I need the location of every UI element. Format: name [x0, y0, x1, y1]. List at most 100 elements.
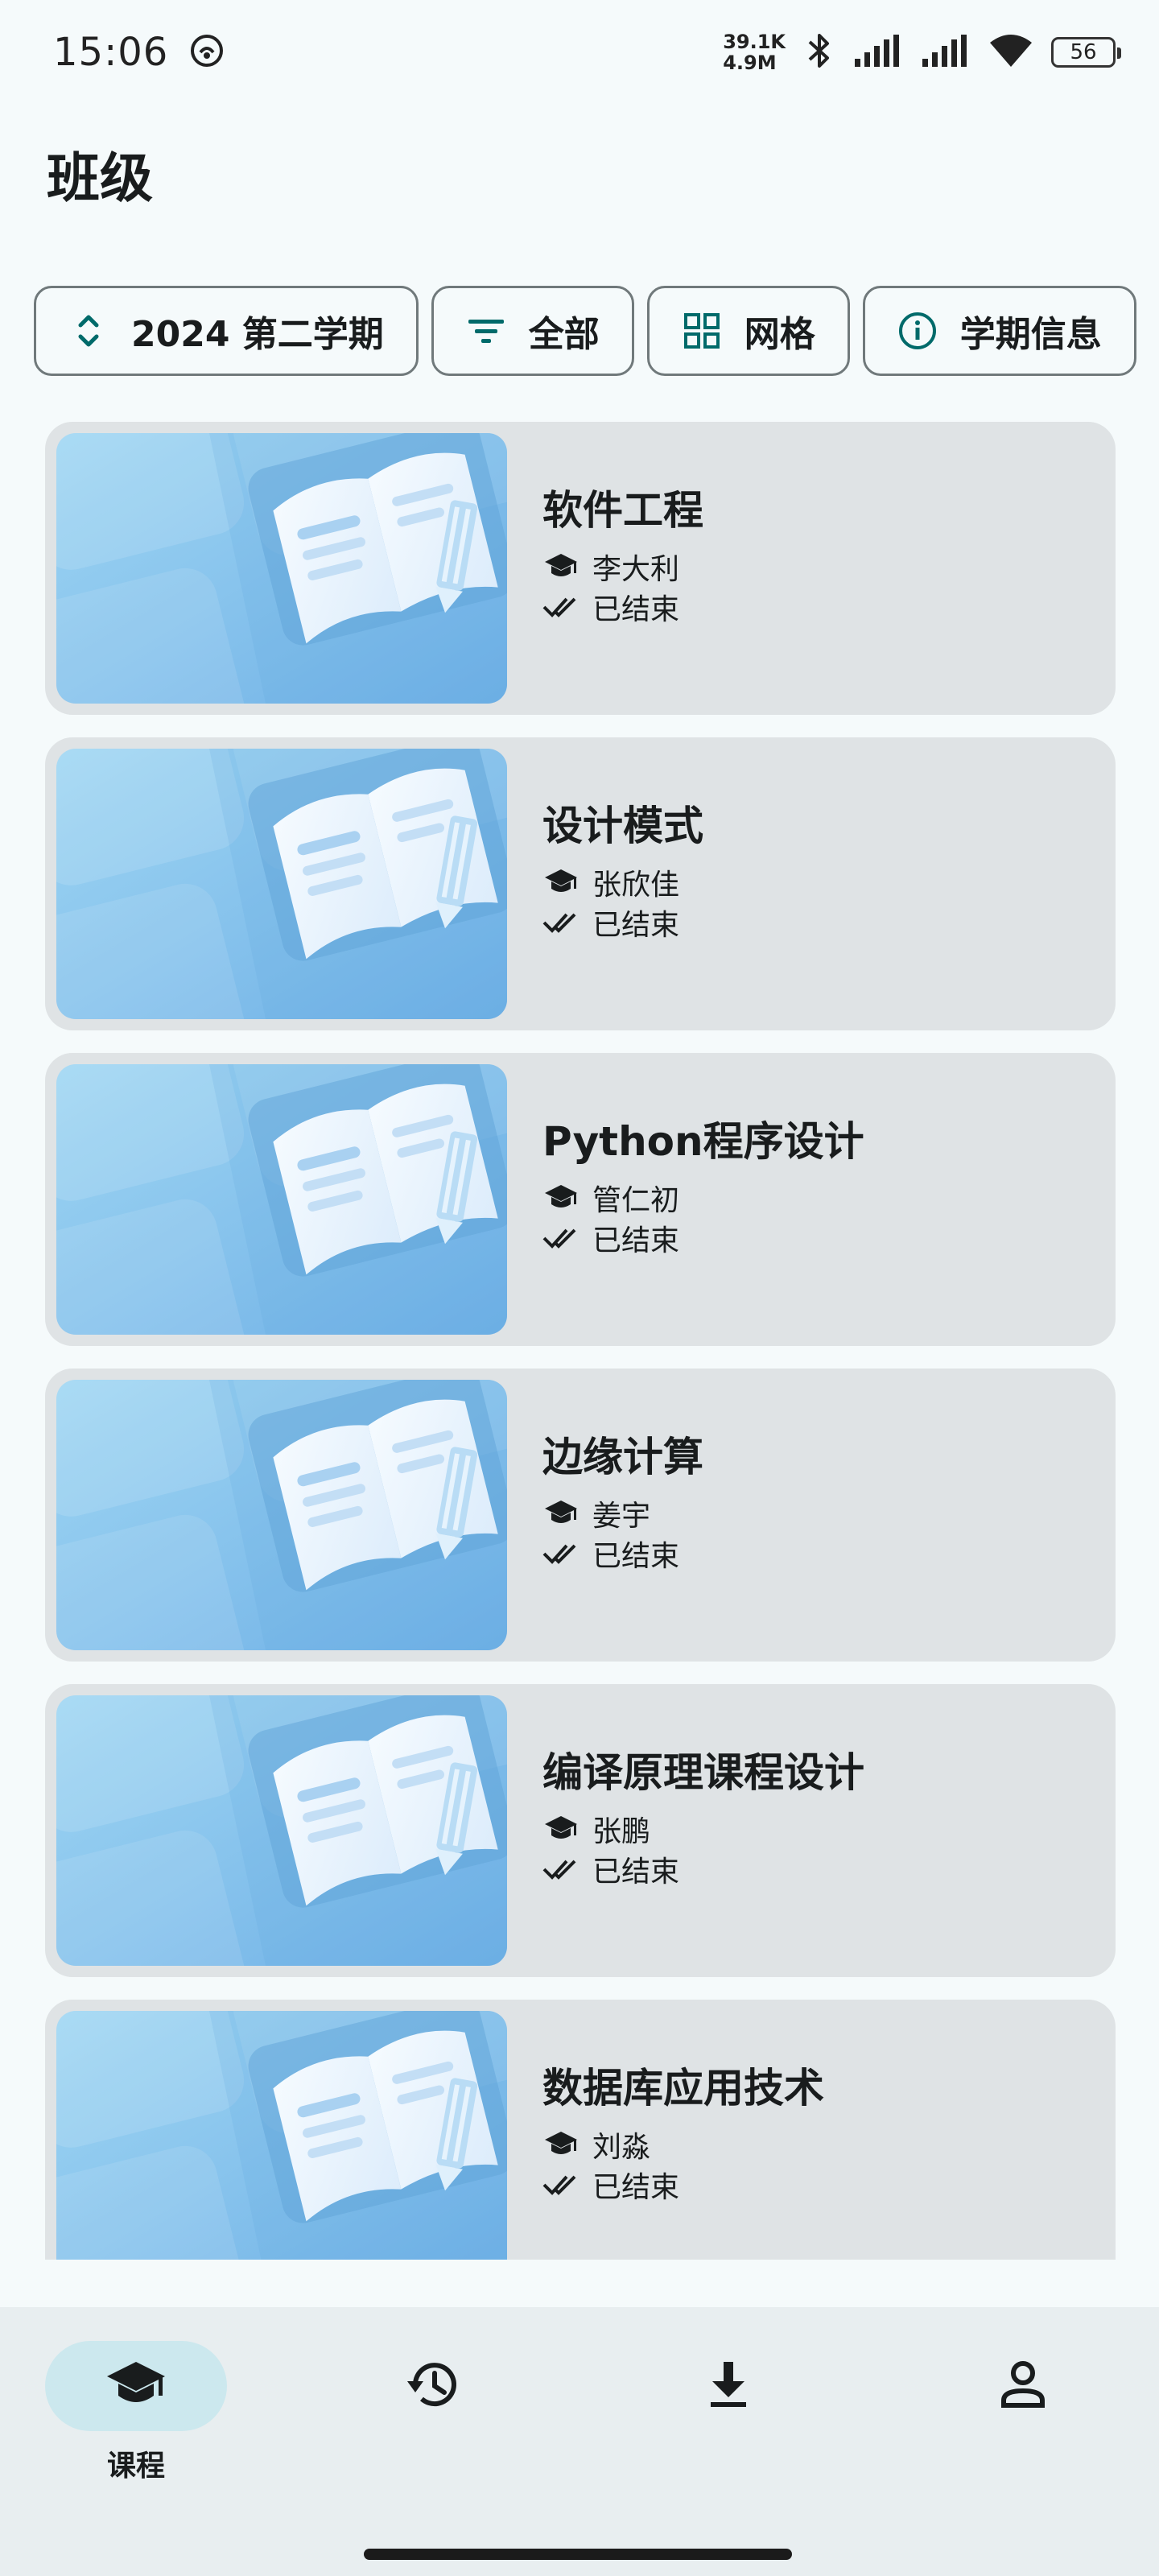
net-speed: 39.1K 4.9M [723, 31, 786, 73]
course-status: 已结束 [592, 593, 680, 626]
bluetooth-icon [803, 31, 835, 74]
view-mode-chip-label: 网格 [744, 314, 815, 355]
nav-item-courses[interactable]: 课程 [43, 2341, 229, 2484]
teacher-row: 李大利 [542, 551, 703, 586]
course-status: 已结束 [592, 1540, 680, 1573]
home-indicator[interactable] [364, 2549, 792, 2560]
status-row: 已结束 [542, 591, 703, 626]
course-info: 数据库应用技术 刘淼 已结束 [542, 2056, 824, 2204]
status-right: 39.1K 4.9M 56 [723, 31, 1121, 74]
grid-icon [682, 311, 722, 351]
course-card[interactable]: 软件工程 李大利 已结束 [45, 422, 1116, 715]
filter-icon [466, 311, 506, 351]
course-title: 编译原理课程设计 [542, 1749, 864, 1796]
course-title: 数据库应用技术 [542, 2065, 824, 2112]
teacher-row: 刘淼 [542, 2128, 824, 2164]
signal-icon [853, 35, 903, 70]
course-card[interactable]: 数据库应用技术 刘淼 已结束 [45, 2000, 1116, 2260]
semester-info-chip[interactable]: 学期信息 [862, 286, 1136, 376]
status-row: 已结束 [542, 1538, 703, 1573]
person-icon [999, 2359, 1047, 2413]
info-icon [897, 311, 938, 351]
sync-icon [188, 31, 226, 73]
course-thumbnail [56, 749, 507, 1019]
unfold-icon [68, 311, 109, 351]
signal-icon-2 [921, 35, 971, 70]
page-title: 班级 [47, 147, 153, 209]
status-bar: 15:06 39.1K 4.9M 56 [0, 0, 1159, 105]
done-all-icon [542, 1538, 580, 1570]
course-status: 已结束 [592, 909, 680, 942]
course-thumbnail [56, 2011, 507, 2260]
semester-chip-label: 2024 第二学期 [131, 314, 384, 355]
nav-pill [341, 2341, 523, 2431]
nav-item-downloads[interactable] [636, 2341, 821, 2431]
nav-item-history[interactable] [340, 2341, 525, 2431]
course-info: 编译原理课程设计 张鹏 已结束 [542, 1740, 864, 1889]
nav-pill-active [45, 2341, 227, 2431]
course-list[interactable]: 软件工程 李大利 已结束 设计模式 张欣佳 已结束 Python程序设计 管仁初… [45, 422, 1116, 2260]
net-speed-up: 39.1K [723, 31, 786, 53]
course-teacher: 管仁初 [592, 1184, 680, 1217]
course-thumbnail [56, 1064, 507, 1335]
course-status: 已结束 [592, 1856, 680, 1889]
filter-chip-label: 全部 [528, 314, 600, 355]
course-thumbnail [56, 433, 507, 704]
course-info: Python程序设计 管仁初 已结束 [542, 1109, 864, 1257]
status-row: 已结束 [542, 2169, 824, 2204]
history-icon [404, 2359, 460, 2413]
teacher-row: 张鹏 [542, 1813, 864, 1848]
nav-pill [932, 2341, 1114, 2431]
nav-label-courses: 课程 [106, 2450, 165, 2483]
teacher-row: 姜宇 [542, 1497, 703, 1533]
filter-chip[interactable]: 全部 [431, 286, 634, 376]
filter-chips: 2024 第二学期 全部 网格 学期信息 [34, 286, 1159, 376]
teacher-row: 管仁初 [542, 1182, 864, 1217]
course-info: 边缘计算 姜宇 已结束 [542, 1425, 703, 1573]
net-speed-down: 4.9M [723, 52, 777, 74]
battery-level: 56 [1070, 40, 1097, 64]
done-all-icon [542, 591, 580, 623]
status-time: 15:06 [53, 30, 169, 75]
course-title: 边缘计算 [542, 1434, 703, 1480]
course-thumbnail [56, 1695, 507, 1966]
course-teacher: 刘淼 [592, 2131, 651, 2164]
nav-pill [637, 2341, 819, 2431]
course-teacher: 张鹏 [592, 1815, 651, 1848]
done-all-icon [542, 1853, 580, 1885]
view-mode-chip[interactable]: 网格 [646, 286, 850, 376]
course-status: 已结束 [592, 1224, 680, 1257]
course-teacher: 张欣佳 [592, 869, 680, 902]
download-icon [706, 2359, 751, 2413]
wifi-icon [988, 33, 1033, 72]
school-icon [542, 2128, 580, 2161]
course-title: Python程序设计 [542, 1118, 864, 1165]
course-teacher: 姜宇 [592, 1500, 651, 1533]
status-left: 15:06 [53, 30, 226, 75]
school-icon [542, 866, 580, 898]
school-icon [542, 1182, 580, 1214]
school-icon [542, 551, 580, 583]
semester-info-chip-label: 学期信息 [959, 314, 1102, 355]
course-card[interactable]: Python程序设计 管仁初 已结束 [45, 1053, 1116, 1346]
status-row: 已结束 [542, 1853, 864, 1889]
done-all-icon [542, 2169, 580, 2201]
course-card[interactable]: 边缘计算 姜宇 已结束 [45, 1368, 1116, 1662]
course-card[interactable]: 设计模式 张欣佳 已结束 [45, 737, 1116, 1030]
course-info: 设计模式 张欣佳 已结束 [542, 794, 703, 942]
school-icon [542, 1497, 580, 1530]
course-info: 软件工程 李大利 已结束 [542, 478, 703, 626]
teacher-row: 张欣佳 [542, 866, 703, 902]
school-icon [542, 1813, 580, 1845]
done-all-icon [542, 906, 580, 939]
course-title: 软件工程 [542, 487, 703, 534]
course-thumbnail [56, 1380, 507, 1650]
course-card[interactable]: 编译原理课程设计 张鹏 已结束 [45, 1684, 1116, 1977]
school-icon [105, 2359, 167, 2413]
course-title: 设计模式 [542, 803, 703, 849]
nav-item-profile[interactable] [930, 2341, 1116, 2431]
course-status: 已结束 [592, 2171, 680, 2204]
status-row: 已结束 [542, 1222, 864, 1257]
semester-chip[interactable]: 2024 第二学期 [34, 286, 419, 376]
bottom-navigation: 课程 [0, 2307, 1159, 2576]
